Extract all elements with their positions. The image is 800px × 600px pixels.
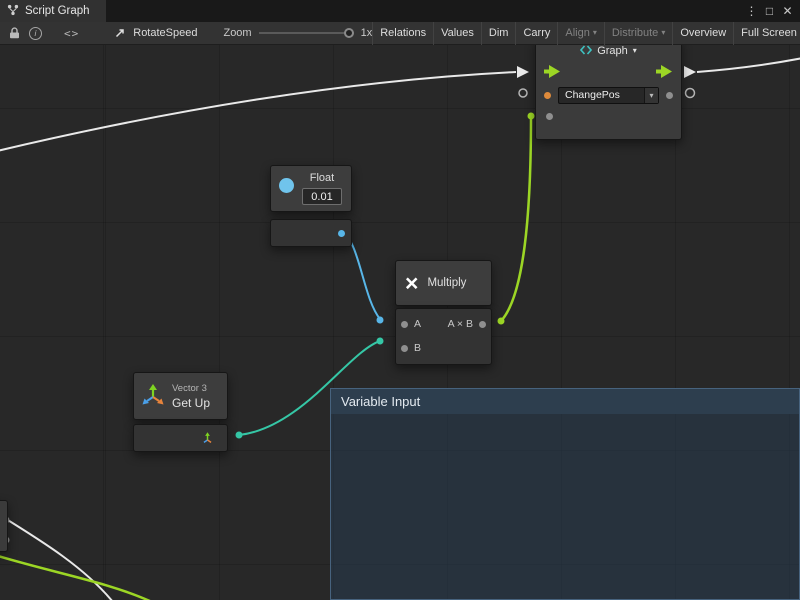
multiply-icon: × bbox=[405, 272, 418, 295]
vector3-axes-icon bbox=[142, 384, 164, 408]
zoom-control: Zoom 1x bbox=[223, 27, 372, 39]
vector3-node-title: Get Up bbox=[172, 396, 210, 410]
group-title: Variable Input bbox=[341, 394, 420, 409]
offscreen-stub-node[interactable] bbox=[0, 500, 8, 552]
distribute-button[interactable]: Distribute▾ bbox=[604, 22, 672, 45]
window-menu-icon[interactable]: ⋮ bbox=[744, 0, 759, 22]
multiply-input-b-label: B bbox=[414, 342, 421, 354]
script-graph-window: Script Graph ⋮ □ ✕ i <> RotateSpeed bbox=[0, 0, 800, 600]
zoom-slider-track bbox=[259, 32, 354, 34]
float-output-port[interactable] bbox=[338, 230, 345, 237]
graph-title-icon bbox=[580, 44, 592, 59]
close-icon[interactable]: ✕ bbox=[780, 0, 795, 22]
multiply-input-b-port[interactable] bbox=[401, 345, 408, 352]
group-body bbox=[331, 414, 799, 599]
flow-out-port-icon[interactable] bbox=[656, 65, 673, 81]
dim-button[interactable]: Dim bbox=[481, 22, 516, 45]
multiply-node-ports[interactable]: A A × B B bbox=[395, 308, 492, 365]
graph-node-variable-row: ChangePos ▾ bbox=[536, 85, 681, 105]
script-graph-icon bbox=[7, 4, 19, 19]
multiply-input-a-label: A bbox=[414, 318, 421, 330]
value-input-port[interactable] bbox=[546, 113, 553, 120]
align-button[interactable]: Align▾ bbox=[557, 22, 603, 45]
multiply-row-a: A A × B bbox=[396, 312, 491, 336]
lock-icon[interactable] bbox=[9, 27, 20, 39]
info-icon[interactable]: i bbox=[29, 27, 42, 40]
values-button[interactable]: Values bbox=[433, 22, 481, 45]
multiply-input-a-port[interactable] bbox=[401, 321, 408, 328]
graph-asset-icon bbox=[115, 26, 127, 41]
float-value-input[interactable]: 0.01 bbox=[302, 188, 342, 205]
variable-dropdown-value: ChangePos bbox=[559, 88, 644, 103]
vector3-type-label: Vector 3 bbox=[172, 383, 210, 394]
multiply-row-b: B bbox=[396, 336, 491, 360]
graph-node-flow-row bbox=[536, 63, 681, 83]
float-node-title: Float bbox=[310, 172, 334, 184]
zoom-slider[interactable] bbox=[259, 27, 354, 39]
toolbar-buttons: Relations Values Dim Carry Align▾ Distri… bbox=[372, 22, 800, 45]
float-node-port-strip[interactable] bbox=[270, 219, 352, 247]
window-controls: ⋮ □ ✕ bbox=[744, 0, 800, 22]
graph-asset-name: RotateSpeed bbox=[133, 27, 197, 39]
flow-in-port-icon[interactable] bbox=[544, 65, 561, 81]
float-type-icon bbox=[279, 178, 294, 193]
graph-node-title: Graph bbox=[597, 45, 628, 57]
multiply-output-label: A × B bbox=[448, 318, 473, 330]
chevron-down-icon: ▾ bbox=[593, 29, 597, 37]
chevron-down-icon: ▾ bbox=[633, 47, 637, 55]
zoom-value: 1x bbox=[361, 27, 373, 39]
graph-node-extra-row bbox=[536, 107, 681, 125]
multiply-node[interactable]: × Multiply bbox=[395, 260, 492, 306]
variable-input-group[interactable]: Variable Input bbox=[330, 388, 800, 600]
chevron-down-icon: ▾ bbox=[644, 88, 658, 103]
graph-asset[interactable]: RotateSpeed bbox=[115, 26, 197, 41]
group-header[interactable]: Variable Input bbox=[331, 389, 799, 414]
graph-event-node[interactable]: Graph ▾ ChangePos ▾ bbox=[535, 38, 682, 140]
carry-button[interactable]: Carry bbox=[515, 22, 557, 45]
code-view-icon[interactable]: <> bbox=[64, 27, 79, 40]
graph-toolbar: i <> RotateSpeed Zoom 1x Relations Value… bbox=[0, 22, 800, 45]
float-node[interactable]: Float 0.01 bbox=[270, 165, 352, 212]
vector3-getup-node[interactable]: Vector 3 Get Up bbox=[133, 372, 228, 420]
overview-button[interactable]: Overview bbox=[672, 22, 733, 45]
vector3-port-icon[interactable] bbox=[201, 432, 214, 448]
variable-dropdown[interactable]: ChangePos ▾ bbox=[558, 87, 659, 104]
relations-button[interactable]: Relations bbox=[372, 22, 433, 45]
maximize-icon[interactable]: □ bbox=[762, 0, 777, 22]
tab-label: Script Graph bbox=[25, 5, 90, 17]
multiply-node-title: Multiply bbox=[427, 277, 466, 289]
title-bar: Script Graph ⋮ □ ✕ bbox=[0, 0, 800, 22]
vector3-node-ports[interactable] bbox=[133, 424, 228, 452]
value-output-port[interactable] bbox=[666, 92, 673, 99]
fullscreen-button[interactable]: Full Screen bbox=[733, 22, 800, 45]
variable-input-port[interactable] bbox=[544, 92, 551, 99]
zoom-slider-knob[interactable] bbox=[344, 28, 354, 38]
zoom-label: Zoom bbox=[223, 27, 251, 39]
multiply-output-port[interactable] bbox=[479, 321, 486, 328]
tab-script-graph[interactable]: Script Graph bbox=[0, 0, 106, 22]
chevron-down-icon: ▾ bbox=[661, 29, 665, 37]
